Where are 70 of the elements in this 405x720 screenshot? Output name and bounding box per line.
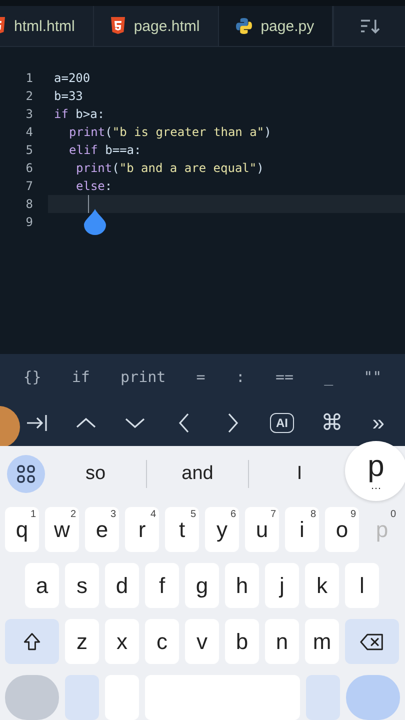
line-number: 9 <box>24 215 33 230</box>
letter-key[interactable]: g <box>185 563 219 608</box>
backspace-key[interactable] <box>345 619 399 664</box>
symbol-key[interactable]: print <box>116 366 170 388</box>
shift-arrow-icon <box>21 630 43 652</box>
line-number: 6 <box>24 161 33 176</box>
letter-key[interactable]: w $^{2}$ <box>45 507 79 552</box>
letter-key[interactable]: l <box>345 563 379 608</box>
symbol-key[interactable]: : <box>232 366 249 388</box>
key-preview-popup: p … <box>345 441 405 501</box>
file-tab[interactable]: page.html <box>94 6 219 46</box>
code-line: print("b is greater than a") <box>69 125 272 140</box>
letter-key[interactable]: j <box>265 563 299 608</box>
code-line: a=200 <box>54 71 90 86</box>
symbol-key[interactable]: == <box>271 366 298 388</box>
html5-icon <box>110 17 126 36</box>
word-suggestion[interactable]: and <box>147 462 248 486</box>
ai-button[interactable]: AI <box>270 413 294 433</box>
letter-key[interactable]: o $^{9}$ <box>325 507 359 552</box>
letter-key[interactable]: c <box>145 619 179 664</box>
letter-key[interactable]: r $^{4}$ <box>125 507 159 552</box>
toolbar-key[interactable]: ⌘ <box>319 411 346 435</box>
letter-key[interactable]: u $^{7}$ <box>245 507 279 552</box>
file-tab[interactable]: html.html <box>0 6 94 46</box>
letter-key[interactable]: m <box>305 619 339 664</box>
letter-key[interactable]: p $^{0}$ <box>365 507 399 552</box>
letter-key[interactable]: i $^{8}$ <box>285 507 319 552</box>
toolbar-key[interactable]: » <box>370 411 386 435</box>
sort-icon[interactable] <box>358 17 381 36</box>
letter-key[interactable]: q $^{1}$ <box>5 507 39 552</box>
letter-key[interactable]: a <box>25 563 59 608</box>
letter-key[interactable]: n <box>265 619 299 664</box>
letter-key[interactable]: b <box>225 619 259 664</box>
file-tab[interactable]: page.py <box>218 6 334 46</box>
letter-key[interactable]: t $^{5}$ <box>165 507 199 552</box>
shift-key[interactable] <box>5 619 59 664</box>
letter-key[interactable]: h <box>225 563 259 608</box>
code-line: else: <box>76 179 112 194</box>
line-number: 3 <box>24 107 33 122</box>
symbol-key[interactable]: "" <box>360 366 386 388</box>
letter-key[interactable]: s <box>65 563 99 608</box>
code-line: if b>a: <box>54 107 105 122</box>
symbol-key[interactable]: {} <box>19 366 46 388</box>
letter-key[interactable]: y $^{6}$ <box>205 507 239 552</box>
backspace-icon <box>360 632 384 652</box>
symbol-key[interactable]: if <box>68 366 94 388</box>
python-icon <box>234 17 253 36</box>
symbol-key[interactable]: = <box>192 366 210 388</box>
code-line: print("b and a are equal") <box>76 161 264 176</box>
cursor-handle[interactable] <box>84 209 106 236</box>
letter-key[interactable]: x <box>105 619 139 664</box>
code-line: b=33 <box>54 89 83 104</box>
letter-key[interactable]: k <box>305 563 339 608</box>
letter-key[interactable]: d <box>105 563 139 608</box>
line-number: 7 <box>24 179 33 194</box>
text-cursor <box>88 195 89 214</box>
letter-key[interactable]: e $^{3}$ <box>85 507 119 552</box>
line-number: 4 <box>24 125 33 140</box>
letter-key[interactable]: f <box>145 563 179 608</box>
word-suggestion[interactable]: so <box>45 462 146 486</box>
letter-key[interactable]: v <box>185 619 219 664</box>
line-number: 1 <box>24 71 33 86</box>
grid-icon <box>16 464 36 484</box>
code-line: elif b==a: <box>69 143 142 158</box>
line-number: 8 <box>24 197 33 212</box>
line-number: 2 <box>24 89 33 104</box>
letter-key[interactable]: z <box>65 619 99 664</box>
apps-button[interactable] <box>7 454 45 492</box>
line-number: 5 <box>24 143 33 158</box>
symbol-key[interactable]: _ <box>320 366 338 388</box>
